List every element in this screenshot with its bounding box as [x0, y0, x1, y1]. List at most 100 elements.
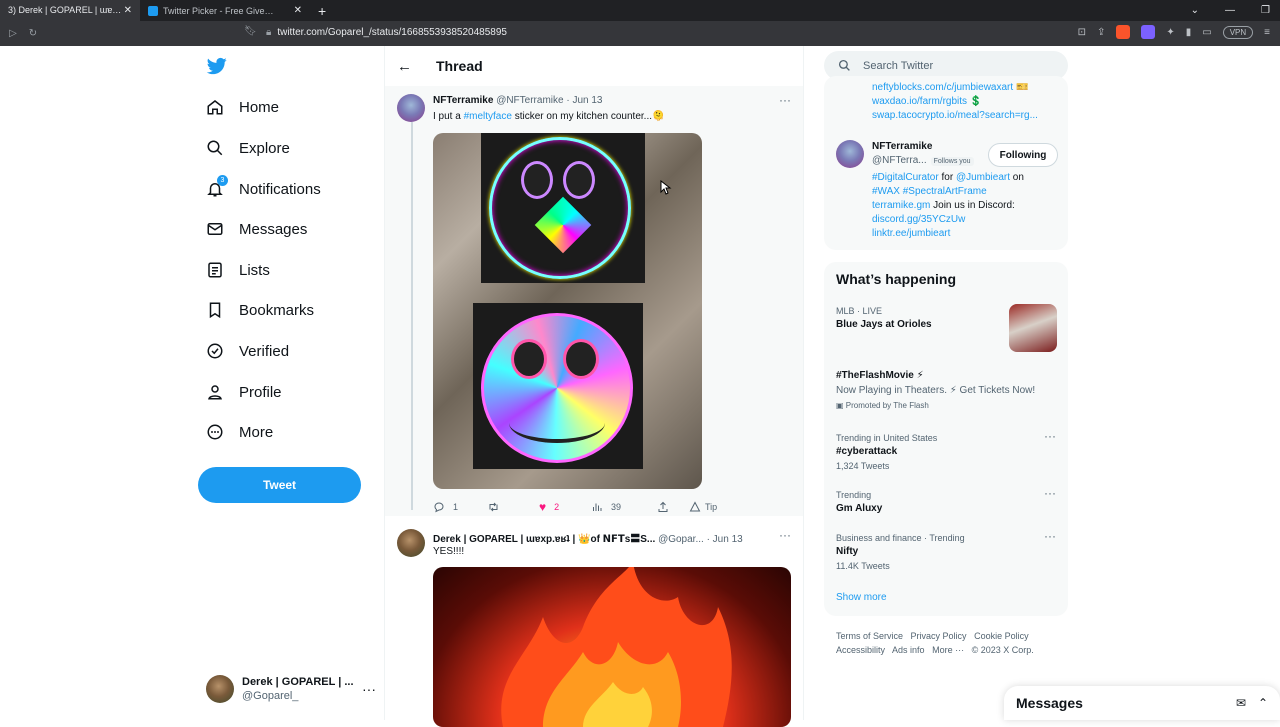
tweet[interactable]: Derek | GOPAREL | ɯɐxp.ɐʁʇ | 👑of ꓠꓝꓔs〓S.…: [385, 516, 803, 727]
trend-more-icon[interactable]: ···: [1044, 529, 1056, 543]
browser-tab-active[interactable]: 3) Derek | GOPAREL | ɯɐxp.ɐʁʇ | 👑of ... …: [0, 0, 140, 21]
reload-icon[interactable]: ↻: [26, 28, 40, 39]
forward-icon[interactable]: ▷: [6, 28, 20, 39]
trend-count: 11.4K Tweets: [836, 561, 890, 571]
nav-profile[interactable]: Profile: [206, 383, 282, 401]
bio-link[interactable]: neftyblocks.com/c/jumbiewaxart 🎫: [872, 81, 1038, 95]
install-icon[interactable]: ⊡: [1078, 27, 1086, 38]
share-icon: [658, 501, 668, 512]
trend-more-icon[interactable]: ···: [1044, 429, 1056, 443]
share-icon[interactable]: ⇪: [1097, 27, 1105, 38]
tab-close-icon[interactable]: ✕: [124, 5, 132, 16]
footer-link[interactable]: Terms of Service: [836, 631, 903, 641]
account-switcher[interactable]: Derek | GOPAREL | ... @Goparel_ ···: [206, 674, 376, 704]
bio-link[interactable]: terramike.gm: [872, 200, 930, 211]
avatar[interactable]: [836, 140, 864, 168]
reply-button[interactable]: 1: [433, 501, 487, 513]
tab-search-icon[interactable]: ⌄: [1191, 5, 1199, 16]
trend-item-promoted[interactable]: #TheFlashMovie ⚡ Now Playing in Theaters…: [836, 369, 1058, 413]
share-button[interactable]: [657, 501, 689, 513]
minimize-icon[interactable]: —: [1225, 5, 1235, 16]
tweet-button[interactable]: Tweet: [198, 467, 361, 503]
trend-item[interactable]: Trending in United States #cyberattack 1…: [836, 429, 1058, 473]
menu-icon[interactable]: ≡: [1264, 27, 1270, 38]
section-title: What’s happening: [836, 271, 957, 287]
nav-explore[interactable]: Explore: [206, 139, 290, 157]
profile-handle[interactable]: @NFTerra...: [872, 155, 927, 166]
messages-drawer[interactable]: Messages ✉ ⌃: [1004, 686, 1280, 720]
tweet-more-icon[interactable]: ···: [779, 528, 791, 542]
back-arrow-icon[interactable]: ←: [397, 58, 417, 75]
avatar[interactable]: [397, 94, 425, 122]
like-count: 2: [554, 502, 560, 512]
author-name[interactable]: Derek | GOPAREL | ɯɐxp.ɐʁʇ | 👑of ꓠꓝꓔs〓S.…: [433, 534, 655, 545]
avatar[interactable]: [397, 529, 425, 557]
wallet-icon[interactable]: ▭: [1202, 27, 1211, 38]
hashtag-link[interactable]: #meltyface: [464, 111, 512, 122]
new-message-icon[interactable]: ✉: [1236, 696, 1246, 710]
thread-line: [411, 122, 413, 510]
bio-link[interactable]: linktr.ee/jumbieart: [872, 227, 1024, 241]
follows-you-badge: Follows you: [930, 157, 974, 166]
footer-link[interactable]: Privacy Policy: [911, 631, 967, 641]
account-more-icon[interactable]: ···: [362, 681, 376, 697]
tweet-more-icon[interactable]: ···: [779, 93, 791, 107]
nav-messages[interactable]: Messages: [206, 220, 307, 238]
vpn-button[interactable]: VPN: [1222, 25, 1254, 39]
footer-link[interactable]: More ···: [932, 645, 964, 655]
brave-shields-icon[interactable]: [1116, 25, 1131, 39]
bio-hashtag[interactable]: #SpectralArtFrame: [900, 186, 987, 197]
trend-more-icon[interactable]: ···: [1044, 486, 1056, 500]
nav-home[interactable]: Home: [206, 98, 279, 116]
bio-link[interactable]: discord.gg/35YCzUw: [872, 213, 1024, 227]
author-handle[interactable]: @NFTerramike: [496, 95, 563, 106]
tab-close-icon[interactable]: ✕: [294, 5, 302, 16]
browser-tab[interactable]: Twitter Picker - Free Giveaway Picker ✕: [140, 0, 310, 21]
restore-icon[interactable]: ❐: [1261, 5, 1270, 16]
bio-hashtag[interactable]: #DigitalCurator: [872, 172, 939, 183]
profile-name[interactable]: NFTerramike: [872, 140, 974, 154]
nav-verified[interactable]: Verified: [206, 342, 289, 360]
brave-rewards-icon[interactable]: [1141, 25, 1156, 39]
views-button[interactable]: 39: [591, 501, 657, 513]
baseball-thumbnail-image: [1009, 304, 1057, 352]
tip-label: Tip: [705, 502, 718, 512]
page-title: Thread: [436, 58, 483, 74]
new-tab-icon[interactable]: +: [318, 3, 326, 19]
nav-lists[interactable]: Lists: [206, 261, 270, 279]
author-name[interactable]: NFTerramike: [433, 95, 493, 106]
retweet-button[interactable]: [487, 501, 539, 513]
extensions-icon[interactable]: ✦: [1166, 27, 1174, 38]
fire-emoji-image[interactable]: [433, 567, 791, 727]
tweet[interactable]: NFTerramike @NFTerramike · Jun 13 ··· I …: [385, 86, 803, 516]
trend-item[interactable]: MLB · LIVE Blue Jays at Orioles: [836, 304, 1058, 352]
following-button[interactable]: Following: [988, 143, 1058, 167]
views-chart-icon: [593, 503, 602, 511]
nav-notifications[interactable]: 3 Notifications: [206, 175, 321, 198]
footer-link[interactable]: Cookie Policy: [974, 631, 1029, 641]
retweet-icon: [489, 502, 498, 512]
footer-link[interactable]: Ads info: [892, 645, 925, 655]
like-button[interactable]: ♥ 2: [539, 500, 591, 514]
tweet-date[interactable]: · Jun 13: [566, 95, 602, 106]
bookmark-page-icon[interactable]: 🔖︎: [244, 26, 257, 37]
twitter-page: Home Explore 3 Notifications Messages Li…: [0, 46, 1280, 727]
tweet-date[interactable]: · Jun 13: [707, 534, 743, 545]
show-more-link[interactable]: Show more: [836, 592, 887, 603]
bio-link[interactable]: swap.tacocrypto.io/meal?search=rg...: [872, 109, 1038, 123]
bio-mention[interactable]: @Jumbieart: [956, 172, 1010, 183]
trend-item[interactable]: Business and finance · Trending Nifty 11…: [836, 529, 1058, 573]
twitter-logo-icon[interactable]: [206, 56, 228, 76]
nav-more[interactable]: More: [206, 423, 273, 441]
tip-button[interactable]: Tip: [689, 501, 717, 513]
expand-chevron-icon[interactable]: ⌃: [1258, 696, 1268, 710]
nav-bookmarks[interactable]: Bookmarks: [206, 301, 314, 319]
bio-hashtag[interactable]: #WAX: [872, 186, 900, 197]
footer-link[interactable]: Accessibility: [836, 645, 885, 655]
bio-link[interactable]: waxdao.io/farm/rgbits 💲: [872, 95, 1038, 109]
author-handle[interactable]: @Gopar...: [658, 534, 704, 545]
url-text: twitter.com/Goparel_/status/166855393852…: [277, 27, 507, 38]
trend-item[interactable]: Trending Gm Aluxy ···: [836, 486, 1058, 516]
sidebar-icon[interactable]: ▮: [1186, 27, 1192, 38]
address-bar[interactable]: 🔒︎ twitter.com/Goparel_/status/1668553938…: [266, 27, 507, 38]
